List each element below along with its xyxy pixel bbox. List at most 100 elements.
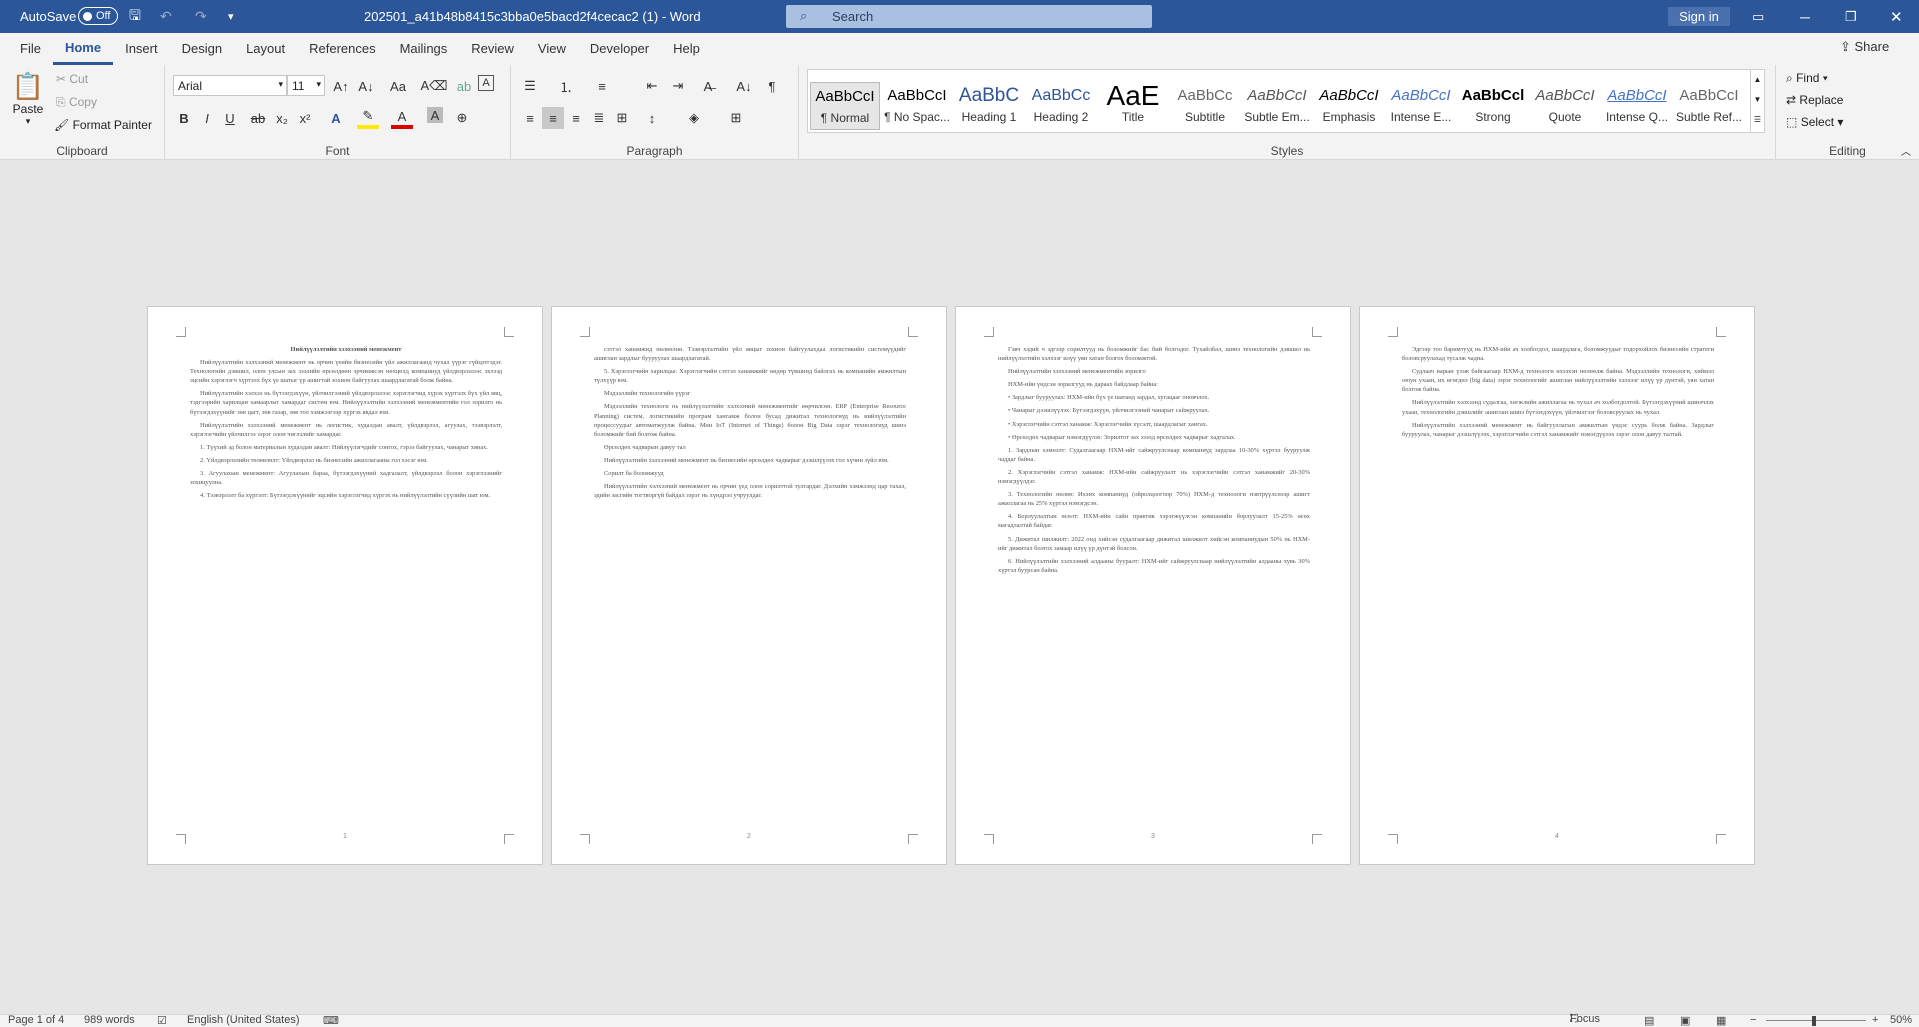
paste-button[interactable]: 📋 Paste ▾ xyxy=(10,71,46,131)
tab-layout[interactable]: Layout xyxy=(234,33,297,65)
format-painter-button[interactable]: 🖌 Format Painter xyxy=(54,118,152,132)
styles-scroll[interactable]: ▲ ▼ ☰ xyxy=(1750,70,1764,132)
increase-indent-icon[interactable]: ⇥ xyxy=(667,75,689,97)
style-normal[interactable]: AaBbCcI ¶ Normal xyxy=(810,82,880,130)
phonetic-guide-icon[interactable]: ab xyxy=(453,75,475,97)
text-effects-icon[interactable]: A xyxy=(325,107,347,129)
tab-help[interactable]: Help xyxy=(661,33,712,65)
select-button[interactable]: ⬚ Select ▾ xyxy=(1786,115,1843,129)
underline-icon[interactable]: U xyxy=(219,107,241,129)
paragraph: 4. Борлуулалтын өсөлт: НХМ-ийн сайн прак… xyxy=(998,513,1310,530)
change-case-icon[interactable]: Aa xyxy=(387,75,409,97)
page-2[interactable]: сэтгэл ханамжид нөлөөлнө. Тээвэрлэлтийн … xyxy=(551,306,947,865)
distributed-icon[interactable]: ⊞ xyxy=(611,107,633,129)
tab-developer[interactable]: Developer xyxy=(578,33,661,65)
zoom-thumb[interactable] xyxy=(1812,1016,1816,1026)
style-strong[interactable]: AaBbCcl Strong xyxy=(1458,82,1528,130)
numbering-icon[interactable]: ⒈ xyxy=(555,75,577,97)
sign-in-button[interactable]: Sign in xyxy=(1668,7,1730,26)
copy-button[interactable]: ⎘ Copy xyxy=(56,95,97,110)
asian-layout-icon[interactable]: A̶ xyxy=(697,75,719,97)
strikethrough-icon[interactable]: ab xyxy=(247,107,269,129)
style-subtitle[interactable]: AaBbCc Subtitle xyxy=(1170,82,1240,130)
language[interactable]: English (United States) xyxy=(187,1014,300,1026)
style-quote[interactable]: AaBbCcI Quote xyxy=(1530,82,1600,130)
shading-icon[interactable]: ◈ xyxy=(683,107,705,129)
save-icon[interactable]: 🖫 xyxy=(129,0,141,33)
style-intense-quote[interactable]: AaBbCcI Intense Q... xyxy=(1602,82,1672,130)
font-name-box[interactable]: Arial ▾ xyxy=(173,75,287,96)
paragraph: 1. Түүхий эд болон материалын худалдан а… xyxy=(200,443,488,451)
tab-design[interactable]: Design xyxy=(170,33,234,65)
page-3[interactable]: Гэвч хэдий ч эдгээр сорилтууд нь боломжи… xyxy=(955,306,1351,865)
style-heading-1[interactable]: AaBbC Heading 1 xyxy=(954,82,1024,130)
replace-button[interactable]: ⇄ Replace xyxy=(1786,93,1843,107)
page-1[interactable]: Нийлүүлэлтийн хэлхээний менежмент Нийлүү… xyxy=(147,306,543,865)
cut-button[interactable]: ✂ Cut xyxy=(56,72,88,86)
shrink-font-icon[interactable]: A↓ xyxy=(355,75,377,97)
decrease-indent-icon[interactable]: ⇤ xyxy=(641,75,663,97)
style-title[interactable]: AaE Title xyxy=(1098,82,1168,130)
bullets-icon[interactable]: ☰ xyxy=(519,75,541,97)
style-subtle-reference[interactable]: AaBbCcI Subtle Ref... xyxy=(1674,82,1744,130)
tab-view[interactable]: View xyxy=(526,33,578,65)
superscript-icon[interactable]: x² xyxy=(294,107,316,129)
style-intense-emphasis[interactable]: AaBbCcI Intense E... xyxy=(1386,82,1456,130)
zoom-out-icon[interactable]: − xyxy=(1750,1014,1756,1026)
redo-icon[interactable]: ↷ xyxy=(195,0,207,33)
print-layout-icon[interactable]: ▣ xyxy=(1680,1014,1690,1027)
italic-icon[interactable]: I xyxy=(196,107,218,129)
close-icon[interactable]: ✕ xyxy=(1890,0,1903,33)
subscript-icon[interactable]: x₂ xyxy=(271,107,293,129)
font-color-icon[interactable]: A xyxy=(391,107,413,129)
autosave-toggle[interactable]: Off xyxy=(78,7,118,25)
tab-home[interactable]: Home xyxy=(52,33,114,65)
tab-mailings[interactable]: Mailings xyxy=(388,33,460,65)
zoom-slider[interactable] xyxy=(1766,1020,1866,1021)
justify-icon[interactable]: ≣ xyxy=(588,107,610,129)
style-subtle-emphasis[interactable]: AaBbCcI Subtle Em... xyxy=(1242,82,1312,130)
accessibility-icon[interactable]: ⌨ xyxy=(323,1014,339,1027)
align-left-icon[interactable]: ≡ xyxy=(519,107,541,129)
read-mode-icon[interactable]: ▤ xyxy=(1644,1014,1654,1027)
bold-icon[interactable]: B xyxy=(173,107,195,129)
proofing-icon[interactable]: ☑ xyxy=(157,1014,167,1027)
style-emphasis[interactable]: AaBbCcI Emphasis xyxy=(1314,82,1384,130)
search-box[interactable]: ⌕ Search xyxy=(786,5,1152,28)
sort-icon[interactable]: A↓ xyxy=(733,75,755,97)
style-no-spacing[interactable]: AaBbCcI ¶ No Spac... xyxy=(882,82,952,130)
page-count[interactable]: Page 1 of 4 xyxy=(8,1014,64,1026)
zoom-in-icon[interactable]: + xyxy=(1872,1014,1878,1026)
highlight-icon[interactable]: ✎ xyxy=(357,107,379,129)
zoom-level[interactable]: 50% xyxy=(1890,1014,1912,1026)
undo-icon[interactable]: ↶ xyxy=(160,0,172,33)
borders-icon[interactable]: ⊞ xyxy=(725,107,747,129)
character-border-icon[interactable]: A xyxy=(478,75,494,91)
style-heading-2[interactable]: AaBbCc Heading 2 xyxy=(1026,82,1096,130)
web-layout-icon[interactable]: ▦ xyxy=(1716,1014,1726,1027)
tab-review[interactable]: Review xyxy=(459,33,526,65)
share-button[interactable]: ⇪ Share xyxy=(1840,39,1889,55)
minimize-icon[interactable]: ─ xyxy=(1800,0,1810,33)
restore-icon[interactable]: ❐ xyxy=(1845,0,1857,33)
line-spacing-icon[interactable]: ↕ xyxy=(641,107,663,129)
character-shading-icon[interactable]: A xyxy=(427,107,443,123)
font-size-box[interactable]: 11 ▾ xyxy=(287,75,325,96)
ribbon-display-icon[interactable]: ▭ xyxy=(1752,0,1764,33)
word-count[interactable]: 989 words xyxy=(84,1014,135,1026)
grow-font-icon[interactable]: A↑ xyxy=(330,75,352,97)
show-formatting-icon[interactable]: ¶ xyxy=(761,75,783,97)
find-button[interactable]: ⌕ Find ▾ xyxy=(1786,71,1828,86)
page-4[interactable]: Эдгээр тоо баримтууд нь НХМ-ийн ач холбо… xyxy=(1359,306,1755,865)
tab-file[interactable]: File xyxy=(8,33,53,65)
multilevel-list-icon[interactable]: ≡ xyxy=(591,75,613,97)
document-canvas[interactable]: Нийлүүлэлтийн хэлхээний менежмент Нийлүү… xyxy=(0,160,1919,1014)
align-center-icon[interactable]: ≡ xyxy=(542,107,564,129)
clear-formatting-icon[interactable]: A⌫ xyxy=(420,75,447,97)
collapse-ribbon-icon[interactable]: ︿ xyxy=(1901,143,1911,158)
customize-qat-icon[interactable]: ▾ xyxy=(228,0,234,33)
tab-insert[interactable]: Insert xyxy=(113,33,170,65)
tab-references[interactable]: References xyxy=(297,33,387,65)
enclose-characters-icon[interactable]: ⊕ xyxy=(451,107,473,129)
align-right-icon[interactable]: ≡ xyxy=(565,107,587,129)
